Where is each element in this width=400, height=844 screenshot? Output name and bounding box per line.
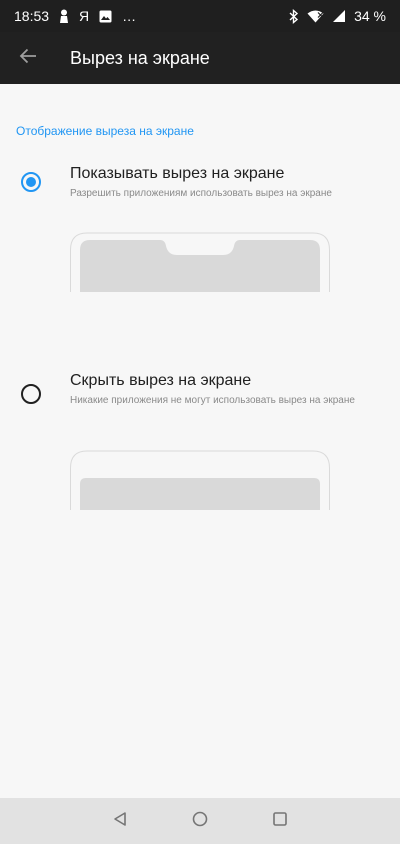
- back-triangle-icon: [112, 811, 128, 832]
- battery-level: 34 %: [354, 8, 386, 24]
- section-header: Отображение выреза на экране: [16, 124, 194, 138]
- option-hide-cutout[interactable]: Скрыть вырез на экране Никакие приложени…: [0, 369, 400, 423]
- arrow-back-icon: [19, 47, 37, 70]
- status-time: 18:53: [14, 8, 50, 24]
- nav-home-button[interactable]: [188, 809, 212, 833]
- nav-recents-button[interactable]: [268, 809, 292, 833]
- option-subtitle: Разрешить приложениям использовать вырез…: [70, 188, 332, 199]
- hidden-notch-preview-image: [70, 450, 330, 510]
- home-circle-icon: [191, 810, 209, 833]
- navigation-bar: [0, 798, 400, 844]
- bluetooth-icon: [289, 8, 299, 24]
- signal-icon: [332, 9, 346, 23]
- recents-square-icon: [272, 811, 288, 832]
- status-bar: 18:53 Я … 34 %: [0, 0, 400, 32]
- nav-back-button[interactable]: [108, 809, 132, 833]
- back-button[interactable]: [0, 32, 56, 84]
- more-notifications: …: [122, 8, 137, 24]
- yandex-icon: Я: [79, 8, 90, 24]
- person-icon: [59, 9, 69, 23]
- app-bar: Вырез на экране: [0, 32, 400, 84]
- radio-button-selected[interactable]: [21, 172, 41, 192]
- option-title: Скрыть вырез на экране: [70, 372, 252, 389]
- image-icon: [99, 10, 112, 23]
- notch-preview-image: [70, 232, 330, 292]
- radio-button-unselected[interactable]: [21, 384, 41, 404]
- option-show-cutout[interactable]: Показывать вырез на экране Разрешить при…: [0, 162, 400, 206]
- option-subtitle: Никакие приложения не могут использовать…: [70, 395, 355, 406]
- page-title: Вырез на экране: [70, 47, 210, 68]
- wifi-icon: [307, 10, 324, 23]
- option-title: Показывать вырез на экране: [70, 165, 285, 182]
